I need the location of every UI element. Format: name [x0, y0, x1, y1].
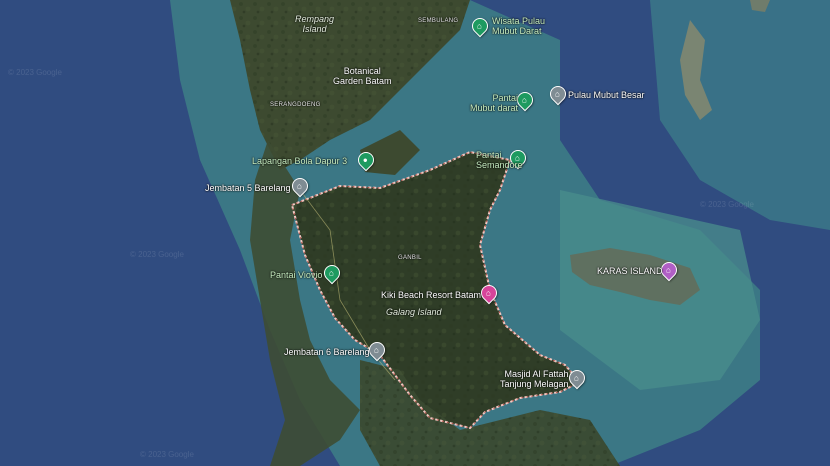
place-label-wisata[interactable]: Wisata Pulau Mubut Darat — [492, 16, 545, 36]
galang-island-label: Galang Island — [386, 307, 442, 317]
satellite-imagery — [0, 0, 830, 466]
sembulang-label: SEMBULANG — [418, 18, 459, 24]
satellite-map[interactable]: © 2023 Google © 2023 Google © 2023 Googl… — [0, 0, 830, 466]
place-label-pantai-mubut[interactable]: Pantai Mubut darat — [470, 93, 518, 113]
place-label-semandore[interactable]: Pantai Semandore — [476, 150, 523, 170]
place-label-lapangan[interactable]: Lapangan Bola Dapur 3 — [252, 156, 347, 166]
map-watermark: © 2023 Google — [700, 200, 754, 209]
map-watermark: © 2023 Google — [8, 68, 62, 77]
rempang-island-label: Rempang Island — [295, 14, 335, 34]
serangdoeng-label: SERANGDOENG — [270, 102, 321, 108]
place-label-viovio[interactable]: Pantai Viovio — [270, 270, 322, 280]
place-label-jembatan-6[interactable]: Jembatan 6 Barelang — [284, 347, 370, 357]
place-label-jembatan-5[interactable]: Jembatan 5 Barelang — [205, 183, 291, 193]
map-watermark: © 2023 Google — [140, 450, 194, 459]
map-watermark: © 2023 Google — [130, 250, 184, 259]
ganbil-label: GANBIL — [398, 255, 422, 261]
place-label-karas-island[interactable]: KARAS ISLAND — [597, 266, 663, 276]
place-label-masjid[interactable]: Masjid Al Fattah Tanjung Melagan — [500, 369, 569, 389]
botanical-garden-label: Botanical Garden Batam — [333, 66, 392, 86]
place-label-kiki-beach[interactable]: Kiki Beach Resort Batam — [381, 290, 481, 300]
place-label-mubut-besar[interactable]: Pulau Mubut Besar — [568, 90, 645, 100]
